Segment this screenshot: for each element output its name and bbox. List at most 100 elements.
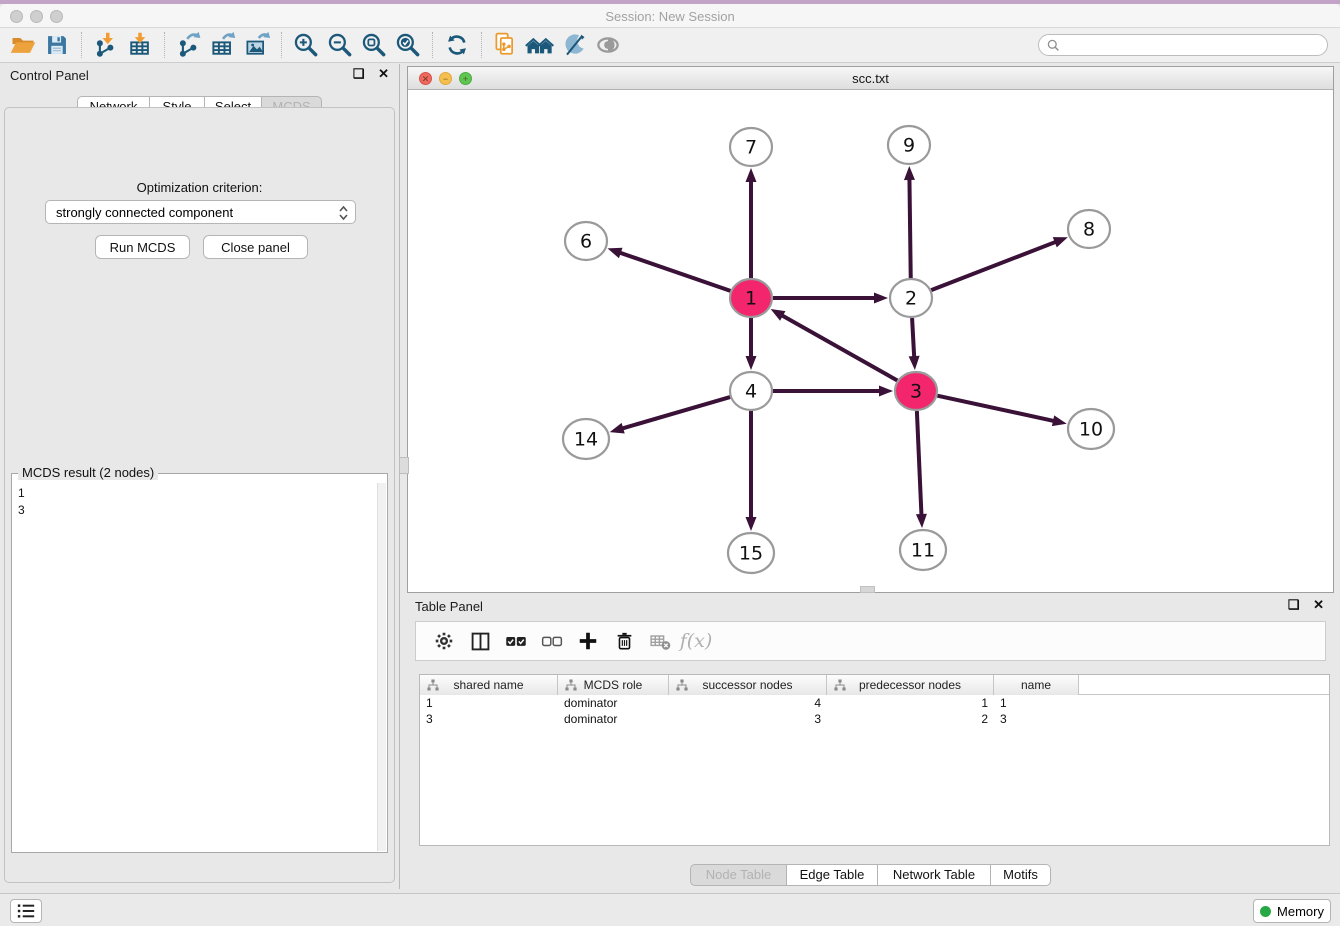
table-header-row: shared nameMCDS rolesuccessor nodesprede… [420, 675, 1329, 695]
graph-edge-arrowhead [746, 356, 757, 370]
control-panel-float-icon[interactable]: ❑ [353, 66, 365, 81]
new-network-from-selection-icon[interactable] [489, 30, 523, 60]
table-cell[interactable]: 1 [420, 695, 558, 711]
control-panel-close-icon[interactable]: ✕ [378, 66, 389, 81]
control-panel-title: Control Panel [10, 68, 89, 83]
table-panel: Table Panel ❑ ✕ [407, 595, 1334, 888]
table-cell[interactable]: 1 [827, 695, 994, 711]
table-cell[interactable]: 3 [420, 711, 558, 727]
task-history-icon[interactable] [10, 899, 42, 923]
network-canvas[interactable]: 1234678910111415 [408, 90, 1333, 592]
first-neighbors-icon[interactable] [523, 30, 557, 60]
table-cell[interactable]: 1 [994, 695, 1079, 711]
toolbar-separator [81, 32, 82, 58]
graph-edge-3-10[interactable] [937, 396, 1056, 422]
toolbar-separator [481, 32, 482, 58]
application-window: Session: New Session [0, 0, 1340, 926]
memory-status-icon [1260, 906, 1271, 917]
table-cell[interactable]: dominator [558, 695, 669, 711]
function-builder-icon[interactable]: f(x) [678, 625, 714, 657]
select-all-icon[interactable] [498, 625, 534, 657]
column-header-shared-name[interactable]: shared name [420, 675, 558, 695]
graph-edge-4-14[interactable] [620, 397, 730, 429]
graph-node-label-6: 6 [580, 231, 592, 253]
tab-node-table[interactable]: Node Table [690, 864, 787, 886]
tab-edge-table[interactable]: Edge Table [787, 864, 878, 886]
graph-node-label-14: 14 [574, 429, 598, 451]
network-window-titlebar[interactable]: ✕ − + scc.txt [408, 67, 1333, 90]
mcds-result-text[interactable]: 1 3 [14, 483, 376, 850]
horizontal-split-handle[interactable] [860, 586, 875, 593]
mcds-panel-body: Optimization criterion: strongly connect… [4, 107, 395, 883]
import-network-icon[interactable] [89, 30, 123, 60]
add-column-icon[interactable] [570, 625, 606, 657]
graph-edge-2-9[interactable] [909, 177, 910, 278]
graph-node-label-11: 11 [911, 540, 935, 562]
delete-table-icon[interactable] [642, 625, 678, 657]
graph-edge-arrowhead [1053, 237, 1068, 247]
table-panel-title: Table Panel [415, 599, 483, 614]
annotation-icon[interactable] [557, 30, 591, 60]
tab-network-table[interactable]: Network Table [878, 864, 991, 886]
table-cell[interactable]: 3 [994, 711, 1079, 727]
memory-button[interactable]: Memory [1253, 899, 1331, 923]
split-pane-handle[interactable] [399, 457, 409, 474]
column-header-successor-nodes[interactable]: successor nodes [669, 675, 827, 695]
network-view-window: ✕ − + scc.txt 1234678910111415 [407, 66, 1334, 593]
export-network-icon[interactable] [172, 30, 206, 60]
open-folder-icon[interactable] [6, 30, 40, 60]
mcds-result-box: MCDS result (2 nodes) 1 3 [11, 473, 388, 853]
window-titlebar: Session: New Session [0, 4, 1340, 28]
import-table-icon[interactable] [123, 30, 157, 60]
deselect-all-icon[interactable] [534, 625, 570, 657]
criterion-value: strongly connected component [56, 205, 233, 220]
table-cell[interactable]: 2 [827, 711, 994, 727]
show-graphics-details-icon[interactable] [591, 30, 625, 60]
column-header-name[interactable]: name [994, 675, 1079, 695]
table-panel-float-icon[interactable]: ❑ [1288, 597, 1300, 612]
graph-edge-2-3[interactable] [912, 318, 914, 359]
tab-motifs[interactable]: Motifs [991, 864, 1051, 886]
criterion-select[interactable]: strongly connected component [45, 200, 356, 224]
table-row[interactable]: 3dominator323 [420, 711, 1329, 727]
graph-edge-3-1[interactable] [780, 314, 897, 380]
save-session-icon[interactable] [40, 30, 74, 60]
delete-column-icon[interactable] [606, 625, 642, 657]
toolbar-separator [164, 32, 165, 58]
graph-node-label-7: 7 [745, 137, 757, 159]
search-field[interactable] [1038, 34, 1328, 56]
memory-label: Memory [1277, 904, 1324, 919]
column-header-mcds-role[interactable]: MCDS role [558, 675, 669, 695]
graph-node-label-1: 1 [745, 288, 757, 310]
table-cell[interactable]: 4 [669, 695, 827, 711]
mcds-result-title: MCDS result (2 nodes) [18, 465, 158, 480]
table-cell[interactable]: 3 [669, 711, 827, 727]
export-image-icon[interactable] [240, 30, 274, 60]
main-toolbar [0, 28, 1340, 63]
gear-icon[interactable] [426, 625, 462, 657]
fit-content-icon[interactable] [357, 30, 391, 60]
column-layout-icon[interactable] [462, 625, 498, 657]
graph-edge-arrowhead [874, 293, 888, 304]
column-header-predecessor-nodes[interactable]: predecessor nodes [827, 675, 994, 695]
zoom-selected-icon[interactable] [391, 30, 425, 60]
close-panel-button[interactable]: Close panel [203, 235, 308, 259]
table-row[interactable]: 1dominator411 [420, 695, 1329, 711]
export-table-icon[interactable] [206, 30, 240, 60]
graph-edge-2-8[interactable] [931, 241, 1057, 290]
table-cell[interactable]: dominator [558, 711, 669, 727]
run-mcds-button[interactable]: Run MCDS [95, 235, 190, 259]
apply-layout-icon[interactable] [440, 30, 474, 60]
graph-node-label-3: 3 [910, 381, 922, 403]
graph-edge-1-6[interactable] [618, 252, 731, 291]
graph-edge-arrowhead [904, 166, 915, 180]
zoom-in-icon[interactable] [289, 30, 323, 60]
zoom-out-icon[interactable] [323, 30, 357, 60]
table-panel-close-icon[interactable]: ✕ [1313, 597, 1324, 612]
table-toolbar: f(x) [415, 621, 1326, 661]
graph-edge-arrowhead [771, 309, 786, 321]
search-input[interactable] [1065, 38, 1319, 52]
graph-edge-3-11[interactable] [917, 411, 922, 517]
graph-edge-arrowhead [746, 517, 757, 531]
result-scrollbar[interactable] [377, 483, 386, 851]
